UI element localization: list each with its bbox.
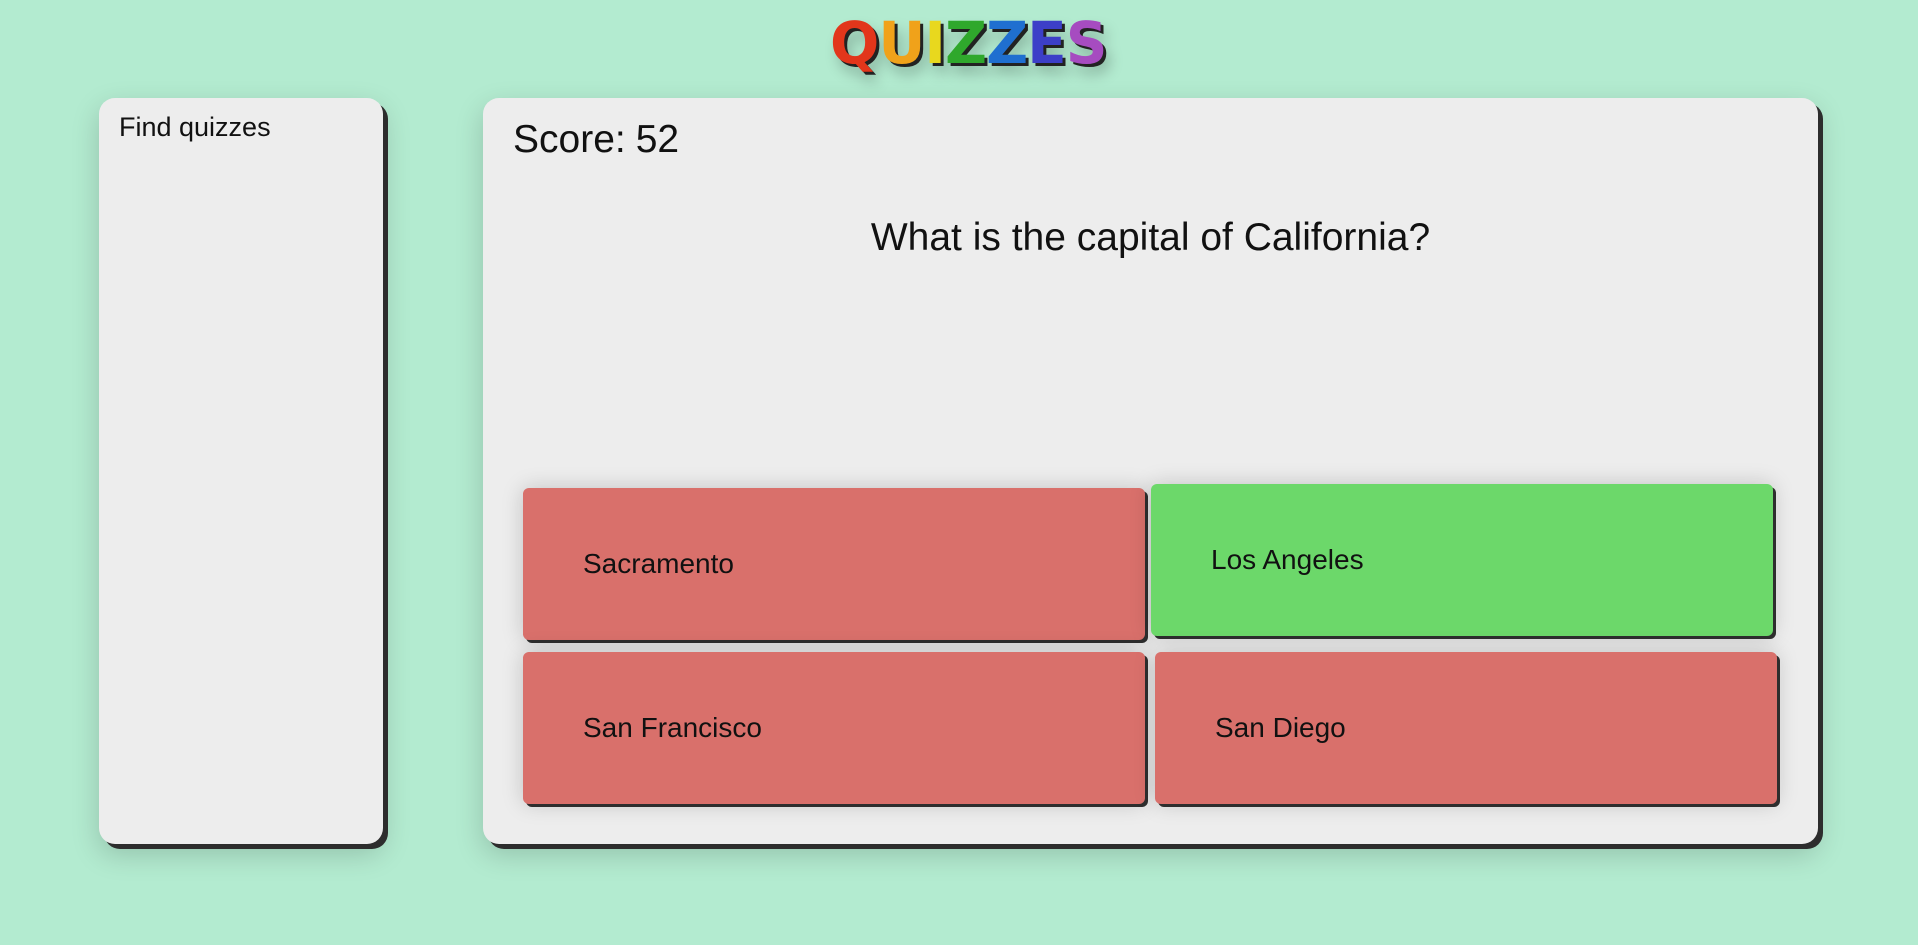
quiz-panel: Score: 52 What is the capital of Californ… — [483, 98, 1818, 844]
answer-label: San Francisco — [583, 712, 762, 743]
question-text: What is the capital of California? — [870, 216, 1431, 259]
logo-letter: Z — [986, 9, 1028, 77]
answer-label: Los Angeles — [1211, 544, 1364, 575]
answer-button-los-angeles[interactable]: Los Angeles — [1151, 484, 1773, 636]
score-display: Score: 52 — [513, 118, 679, 162]
score-label: Score: — [513, 118, 626, 161]
quizzes-logo: QUIZZES — [830, 8, 1108, 78]
logo-letter: Z — [945, 9, 987, 77]
logo-letter: U — [878, 9, 925, 77]
answer-label: San Diego — [1215, 712, 1346, 743]
logo-letter: E — [1027, 9, 1067, 77]
find-quizzes-heading: Find quizzes — [119, 112, 271, 142]
logo-letter: I — [924, 9, 946, 77]
logo-letter: Q — [830, 9, 879, 77]
score-value: 52 — [635, 118, 680, 161]
answer-label: Sacramento — [583, 548, 734, 579]
answer-button-sacramento[interactable]: Sacramento — [523, 488, 1145, 640]
logo-letter: S — [1065, 9, 1108, 77]
quiz-page: QUIZZES Find quizzes Score: 52 What is th… — [0, 0, 1918, 945]
find-quizzes-sidebar: Find quizzes — [99, 98, 383, 844]
answer-button-san-diego[interactable]: San Diego — [1155, 652, 1777, 804]
answer-button-san-francisco[interactable]: San Francisco — [523, 652, 1145, 804]
